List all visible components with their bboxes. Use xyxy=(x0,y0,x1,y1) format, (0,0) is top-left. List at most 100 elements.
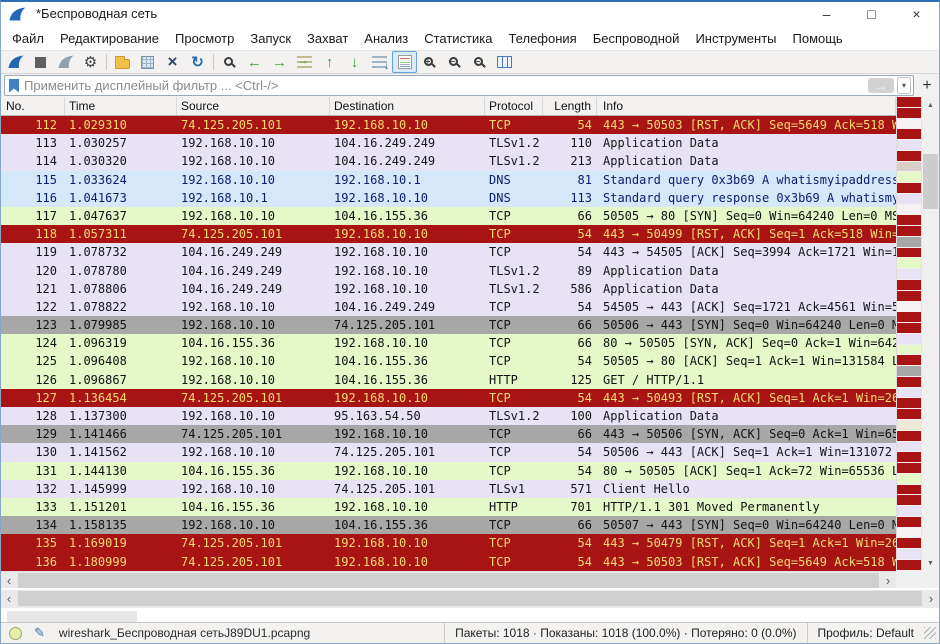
filter-history-caret[interactable]: ▾ xyxy=(897,77,911,94)
packet-row-133[interactable]: 1331.151201104.16.155.36192.168.10.10HTT… xyxy=(1,498,896,516)
packet-row-115[interactable]: 1151.033624192.168.10.10192.168.10.1DNS8… xyxy=(1,171,896,189)
menu-item-statistics[interactable]: Статистика xyxy=(416,29,500,48)
secondary-horizontal-scrollbar[interactable]: ‹ › xyxy=(1,590,939,607)
horizontal-scroll-thumb[interactable] xyxy=(18,573,879,588)
cell-protocol: TCP xyxy=(485,116,543,134)
close-file-button[interactable]: × xyxy=(160,51,185,73)
packet-row-128[interactable]: 1281.137300192.168.10.1095.163.54.50TLSv… xyxy=(1,407,896,425)
maximize-button[interactable]: □ xyxy=(849,2,894,25)
packet-row-122[interactable]: 1221.078822192.168.10.10104.16.249.249TC… xyxy=(1,298,896,316)
colorize-button[interactable] xyxy=(392,51,417,73)
packet-row-123[interactable]: 1231.079985192.168.10.1074.125.205.101TC… xyxy=(1,316,896,334)
packet-row-125[interactable]: 1251.096408192.168.10.10104.16.155.36TCP… xyxy=(1,352,896,370)
scroll-left-arrow-icon[interactable]: ‹ xyxy=(1,591,17,606)
column-header-no[interactable]: No. xyxy=(1,97,65,115)
capture-options-button[interactable]: ⚙ xyxy=(78,51,103,73)
horizontal-scrollbar[interactable]: ‹ › xyxy=(1,571,896,588)
packet-row-116[interactable]: 1161.041673192.168.10.1192.168.10.10DNS1… xyxy=(1,189,896,207)
profile-label[interactable]: Профиль: Default xyxy=(808,623,925,643)
capture-filename[interactable]: wireshark_Беспроводная сетьJ89DU1.pcapng xyxy=(59,626,310,640)
vertical-scroll-thumb[interactable] xyxy=(923,154,938,209)
vertical-scrollbar[interactable]: ▲ ▼ xyxy=(921,97,939,571)
packet-row-117[interactable]: 1171.047637192.168.10.10104.16.155.36TCP… xyxy=(1,207,896,225)
menu-item-telephony[interactable]: Телефония xyxy=(500,29,584,48)
bookmark-icon[interactable] xyxy=(9,79,19,93)
packet-row-132[interactable]: 1321.145999192.168.10.1074.125.205.101TL… xyxy=(1,480,896,498)
menu-item-wireless[interactable]: Беспроводной xyxy=(585,29,688,48)
column-header-length[interactable]: Length xyxy=(543,97,597,115)
column-header-destination[interactable]: Destination xyxy=(330,97,485,115)
minimap-stripe xyxy=(897,194,921,204)
packet-row-124[interactable]: 1241.096319104.16.155.36192.168.10.10TCP… xyxy=(1,334,896,352)
packet-row-119[interactable]: 1191.078732104.16.249.249192.168.10.10TC… xyxy=(1,243,896,261)
go-last-button[interactable]: ↓ xyxy=(342,51,367,73)
reload-file-button[interactable]: ↻ xyxy=(185,51,210,73)
menu-item-analyze[interactable]: Анализ xyxy=(356,29,416,48)
scroll-left-arrow-icon[interactable]: ‹ xyxy=(1,573,17,588)
resize-grip[interactable] xyxy=(924,627,936,639)
go-to-packet-button[interactable]: → xyxy=(292,51,317,73)
column-header-info[interactable]: Info xyxy=(597,97,896,115)
packet-row-134[interactable]: 1341.158135192.168.10.10104.16.155.36TCP… xyxy=(1,516,896,534)
packet-row-113[interactable]: 1131.030257192.168.10.10104.16.249.249TL… xyxy=(1,134,896,152)
zoom-in-button[interactable]: + xyxy=(417,51,442,73)
start-capture-button[interactable] xyxy=(3,51,28,73)
open-file-button[interactable] xyxy=(110,51,135,73)
resize-columns-button[interactable] xyxy=(492,51,517,73)
packet-row-121[interactable]: 1211.078806104.16.249.249192.168.10.10TL… xyxy=(1,280,896,298)
cell-source: 104.16.249.249 xyxy=(177,243,330,261)
save-file-button[interactable] xyxy=(135,51,160,73)
packet-row-118[interactable]: 1181.05731174.125.205.101192.168.10.10TC… xyxy=(1,225,896,243)
packet-row-126[interactable]: 1261.096867192.168.10.10104.16.155.36HTT… xyxy=(1,371,896,389)
cell-destination: 104.16.249.249 xyxy=(330,298,485,316)
menu-item-edit[interactable]: Редактирование xyxy=(52,29,167,48)
edit-comment-pencil-icon[interactable]: ✎ xyxy=(34,625,45,641)
packet-row-120[interactable]: 1201.078780104.16.249.249192.168.10.10TL… xyxy=(1,262,896,280)
scroll-right-arrow-icon[interactable]: › xyxy=(880,573,896,588)
zoom-original-button[interactable]: − xyxy=(467,51,492,73)
auto-scroll-button[interactable] xyxy=(367,51,392,73)
restart-capture-button[interactable] xyxy=(53,51,78,73)
minimap-stripe xyxy=(897,495,921,505)
scroll-right-arrow-icon[interactable]: › xyxy=(923,591,939,606)
stop-capture-button[interactable] xyxy=(28,51,53,73)
column-header-source[interactable]: Source xyxy=(177,97,330,115)
cell-destination: 192.168.10.10 xyxy=(330,243,485,261)
find-packet-button[interactable] xyxy=(217,51,242,73)
cell-info: Application Data xyxy=(597,280,896,298)
display-filter-input[interactable]: Применить дисплейный фильтр ... <Ctrl-/>… xyxy=(4,75,914,96)
packet-row-135[interactable]: 1351.16901974.125.205.101192.168.10.10TC… xyxy=(1,534,896,552)
zoom-out-button[interactable]: − xyxy=(442,51,467,73)
goto-packet-icon: → xyxy=(297,56,312,68)
menu-item-help[interactable]: Помощь xyxy=(785,29,851,48)
menu-item-view[interactable]: Просмотр xyxy=(167,29,242,48)
minimap-stripe xyxy=(897,237,921,247)
close-button[interactable]: × xyxy=(894,2,939,25)
packet-row-127[interactable]: 1271.13645474.125.205.101192.168.10.10TC… xyxy=(1,389,896,407)
horizontal-scroll-thumb[interactable] xyxy=(18,591,922,606)
packet-row-136[interactable]: 1361.18099974.125.205.101192.168.10.10TC… xyxy=(1,553,896,571)
cell-info: 54505 → 443 [ACK] Seq=1721 Ack=4561 Win=… xyxy=(597,298,896,316)
minimize-button[interactable]: – xyxy=(804,2,849,25)
packet-row-130[interactable]: 1301.141562192.168.10.1074.125.205.101TC… xyxy=(1,443,896,461)
menu-item-go[interactable]: Запуск xyxy=(242,29,299,48)
column-header-time[interactable]: Time xyxy=(65,97,177,115)
go-back-button[interactable]: ← xyxy=(242,51,267,73)
column-header-protocol[interactable]: Protocol xyxy=(485,97,543,115)
scroll-up-arrow-icon[interactable]: ▲ xyxy=(922,97,939,113)
packet-row-114[interactable]: 1141.030320192.168.10.10104.16.249.249TL… xyxy=(1,152,896,170)
menu-item-tools[interactable]: Инструменты xyxy=(687,29,784,48)
add-filter-button[interactable]: + xyxy=(918,77,936,95)
packet-row-131[interactable]: 1311.144130104.16.155.36192.168.10.10TCP… xyxy=(1,462,896,480)
packet-row-129[interactable]: 1291.14146674.125.205.101192.168.10.10TC… xyxy=(1,425,896,443)
main-toolbar: ⚙×↻←→→↑↓+−− xyxy=(1,50,939,74)
capture-status-icon[interactable] xyxy=(9,627,22,640)
menu-item-file[interactable]: Файл xyxy=(4,29,52,48)
go-forward-button[interactable]: → xyxy=(267,51,292,73)
apply-filter-button[interactable]: → xyxy=(868,78,894,93)
go-first-button[interactable]: ↑ xyxy=(317,51,342,73)
cell-protocol: TCP xyxy=(485,334,543,352)
menu-item-capture[interactable]: Захват xyxy=(299,29,356,48)
packet-row-112[interactable]: 1121.02931074.125.205.101192.168.10.10TC… xyxy=(1,116,896,134)
scroll-down-arrow-icon[interactable]: ▼ xyxy=(922,555,939,571)
